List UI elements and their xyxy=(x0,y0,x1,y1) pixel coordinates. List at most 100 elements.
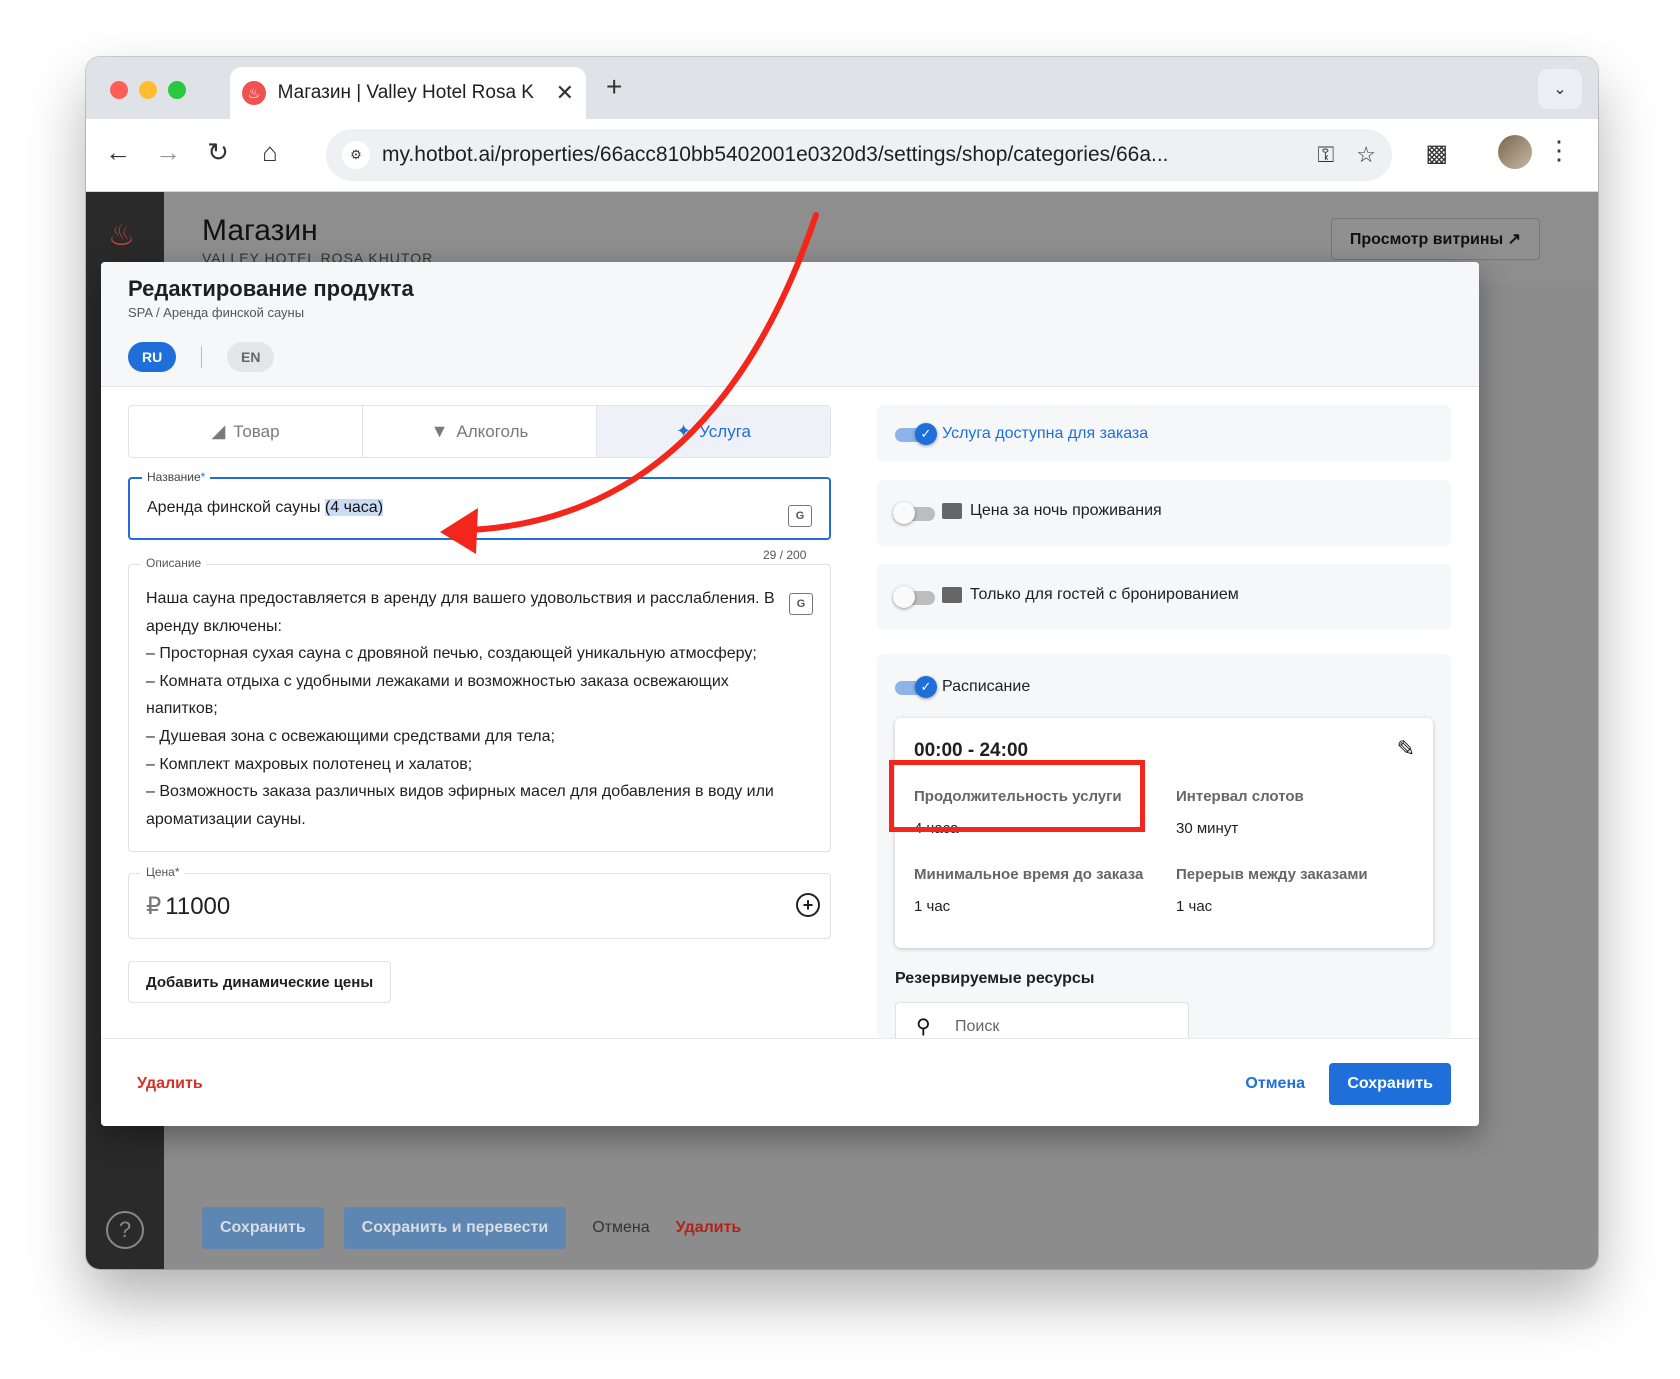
tab-strip: ♨ Магазин | Valley Hotel Rosa K ✕ + ⌄ xyxy=(86,57,1598,119)
translate-icon[interactable]: G xyxy=(789,593,813,615)
bg-delete-button[interactable]: Удалить xyxy=(676,1219,742,1237)
cocktail-icon: ▼ xyxy=(430,421,449,441)
per-night-option: Цена за ночь проживания xyxy=(877,480,1451,546)
name-field[interactable]: Название* Аренда финской сауны (4 часа) … xyxy=(128,470,831,540)
person-service-icon: ✦ xyxy=(676,421,692,441)
interval-label: Интервал слотов xyxy=(1176,788,1304,805)
tab-goods-label: Товар xyxy=(233,421,280,441)
new-tab-icon[interactable]: + xyxy=(606,71,622,103)
schedule-toggle[interactable]: ✓ xyxy=(895,676,937,698)
bed-icon xyxy=(942,503,962,519)
address-bar[interactable]: ⚙ my.hotbot.ai/properties/66acc810bb5402… xyxy=(326,129,1392,181)
bg-save-translate-button[interactable]: Сохранить и перевести xyxy=(343,1207,567,1249)
available-label: Услуга доступна для заказа xyxy=(942,425,1149,442)
edit-product-modal: Редактирование продукта SPA / Аренда фин… xyxy=(101,262,1479,1126)
interval-value: 30 минут xyxy=(1176,820,1239,837)
min-time-label: Минимальное время до заказа xyxy=(914,866,1144,883)
bookmark-star-icon[interactable]: ☆ xyxy=(1356,142,1376,168)
site-settings-icon[interactable]: ⚙ xyxy=(342,141,370,169)
hotbot-favicon-icon: ♨ xyxy=(242,81,266,105)
break-value: 1 час xyxy=(1176,898,1213,915)
search-icon: ⚲ xyxy=(916,1016,931,1038)
lang-divider xyxy=(201,346,202,368)
ticket-icon xyxy=(942,587,962,603)
per-night-toggle[interactable] xyxy=(893,502,937,524)
schedule-label: Расписание xyxy=(942,678,1031,695)
profile-avatar[interactable] xyxy=(1498,135,1532,169)
extensions-puzzle-icon[interactable]: ▩ xyxy=(1425,139,1448,168)
per-night-row: Цена за ночь проживания xyxy=(942,502,1162,520)
check-icon: ✓ xyxy=(915,676,937,698)
available-toggle[interactable]: ✓ xyxy=(895,423,937,445)
reload-icon[interactable]: ↻ xyxy=(200,137,236,168)
guests-only-row: Только для гостей с бронированием xyxy=(942,586,1239,604)
background-footer: Сохранить Сохранить и перевести Отмена У… xyxy=(202,1207,741,1249)
delete-button[interactable]: Удалить xyxy=(137,1075,203,1093)
home-icon[interactable]: ⌂ xyxy=(252,137,288,168)
tab-goods[interactable]: ◢ Товар xyxy=(129,406,363,457)
guests-only-option: Только для гостей с бронированием xyxy=(877,564,1451,630)
lang-en-button[interactable]: EN xyxy=(227,342,275,372)
resources-title: Резервируемые ресурсы xyxy=(895,970,1095,987)
minimize-window-button[interactable] xyxy=(139,81,157,99)
annotation-highlight-box xyxy=(889,760,1145,832)
name-char-counter: 29 / 200 xyxy=(763,548,807,562)
price-field[interactable]: Цена* ₽11000 + xyxy=(128,865,831,939)
bg-save-button[interactable]: Сохранить xyxy=(202,1207,324,1249)
tab-title: Магазин | Valley Hotel Rosa K xyxy=(277,82,534,103)
browser-menu-icon[interactable]: ⋮ xyxy=(1546,135,1572,166)
add-dynamic-prices-button[interactable]: Добавить динамические цены xyxy=(128,961,392,1003)
cancel-button[interactable]: Отмена xyxy=(1245,1075,1305,1093)
description-field[interactable]: Описание Наша сауна предоставляется в ар… xyxy=(128,556,831,852)
min-time-value: 1 час xyxy=(914,898,951,915)
name-selected-text: (4 часа) xyxy=(324,499,384,516)
tab-search-chevron-icon[interactable]: ⌄ xyxy=(1538,69,1582,109)
modal-footer: Удалить Отмена Сохранить xyxy=(101,1038,1479,1126)
search-placeholder: Поиск xyxy=(955,1018,1000,1035)
edit-pencil-icon[interactable]: ✎ xyxy=(1397,736,1415,762)
add-circle-icon[interactable]: + xyxy=(796,893,820,917)
shop-title: Магазин xyxy=(202,214,318,247)
ruble-icon: ₽ xyxy=(146,893,162,920)
product-type-tabs: ◢ Товар ▼ Алкоголь ✦ Услуга xyxy=(128,405,831,458)
view-storefront-button[interactable]: Просмотр витрины ↗ xyxy=(1330,218,1540,260)
guests-only-toggle[interactable] xyxy=(893,586,937,608)
browser-window: ♨ Магазин | Valley Hotel Rosa K ✕ + ⌄ ← … xyxy=(86,57,1598,1269)
translate-icon[interactable]: G xyxy=(788,505,812,527)
available-option: ✓ Услуга доступна для заказа xyxy=(877,405,1451,462)
hotbot-logo-icon[interactable]: ♨ xyxy=(108,218,135,253)
break-label: Перерыв между заказами xyxy=(1176,866,1368,883)
forward-icon[interactable]: → xyxy=(150,137,186,168)
name-input-value[interactable]: Аренда финской сауны (4 часа) xyxy=(147,499,384,517)
schedule-card: 00:00 - 24:00 ✎ Продолжительность услуги… xyxy=(895,718,1433,948)
zoom-window-button[interactable] xyxy=(168,81,186,99)
help-icon[interactable]: ? xyxy=(106,1211,144,1249)
tab-alcohol[interactable]: ▼ Алкоголь xyxy=(363,406,597,457)
back-icon[interactable]: ← xyxy=(100,137,136,168)
url-text[interactable]: my.hotbot.ai/properties/66acc810bb540200… xyxy=(382,143,1262,167)
bg-cancel-button[interactable]: Отмена xyxy=(586,1219,655,1237)
modal-title: Редактирование продукта xyxy=(128,276,414,301)
browser-tab[interactable]: ♨ Магазин | Valley Hotel Rosa K ✕ xyxy=(230,67,586,119)
basket-icon: ◢ xyxy=(211,421,226,441)
description-text[interactable]: Наша сауна предоставляется в аренду для … xyxy=(146,585,806,833)
tab-close-icon[interactable]: ✕ xyxy=(556,80,574,106)
browser-toolbar: ← → ↻ ⌂ ⚙ my.hotbot.ai/properties/66acc8… xyxy=(86,119,1598,192)
price-label: Цена* xyxy=(141,865,185,879)
name-text: Аренда финской сауны xyxy=(147,499,325,516)
description-label: Описание xyxy=(141,556,207,570)
name-field-label: Название* xyxy=(142,470,211,484)
price-value[interactable]: ₽11000 xyxy=(146,892,230,921)
page-content: ♨ ? Магазин VALLEY HOTEL ROSA KHUTOR Про… xyxy=(86,192,1598,1269)
schedule-time: 00:00 - 24:00 xyxy=(914,740,1029,761)
tab-alcohol-label: Алкоголь xyxy=(456,421,529,441)
close-window-button[interactable] xyxy=(110,81,128,99)
save-button[interactable]: Сохранить xyxy=(1329,1063,1451,1105)
lang-ru-button[interactable]: RU xyxy=(128,342,177,372)
tab-service[interactable]: ✦ Услуга xyxy=(597,406,830,457)
tab-service-label: Услуга xyxy=(699,421,751,441)
breadcrumb: SPA / Аренда финской сауны xyxy=(128,305,305,320)
check-icon: ✓ xyxy=(915,423,937,445)
modal-header: Редактирование продукта SPA / Аренда фин… xyxy=(101,262,1479,387)
password-key-icon[interactable]: ⚿ xyxy=(1318,142,1335,168)
